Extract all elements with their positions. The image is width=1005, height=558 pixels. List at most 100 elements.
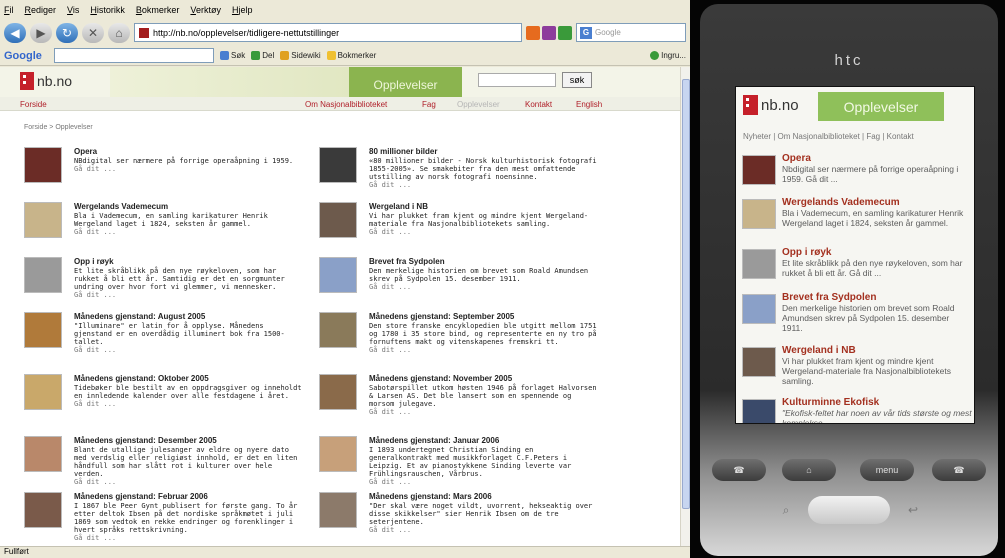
- phone-item-thumbnail[interactable]: [742, 399, 776, 423]
- exhibition-title[interactable]: Månedens gjenstand: Desember 2005: [74, 436, 217, 445]
- exhibition-thumbnail[interactable]: [319, 312, 357, 348]
- phone-list-item[interactable]: Wergeland i NB Vi har plukket fram kjent …: [742, 345, 972, 389]
- phone-item-thumbnail[interactable]: [742, 347, 776, 377]
- exhibition-thumbnail[interactable]: [24, 147, 62, 183]
- phone-item-title[interactable]: Opp i røyk: [782, 247, 831, 258]
- phone-item-thumbnail[interactable]: [742, 249, 776, 279]
- exhibition-title[interactable]: Månedens gjenstand: September 2005: [369, 312, 514, 321]
- go-link[interactable]: Gå dit ...: [74, 228, 304, 236]
- phone-item-title[interactable]: Kulturminne Ekofisk: [782, 397, 879, 408]
- bookmark-icon[interactable]: [542, 25, 556, 40]
- exhibition-thumbnail[interactable]: [319, 492, 357, 528]
- go-link[interactable]: Gå dit ...: [369, 228, 599, 236]
- back-key[interactable]: ↩: [905, 502, 921, 518]
- google-search-button[interactable]: Søk: [220, 51, 245, 60]
- exhibition-title[interactable]: Månedens gjenstand: Februar 2006: [74, 492, 208, 501]
- exhibition-title[interactable]: Månedens gjenstand: Oktober 2005: [74, 374, 209, 383]
- phone-item-thumbnail[interactable]: [742, 155, 776, 185]
- phone-list-item[interactable]: Opera Nbdigital ser nærmere på forrige op…: [742, 153, 972, 197]
- exhibition-thumbnail[interactable]: [24, 312, 62, 348]
- exhibition-title[interactable]: Opera: [74, 147, 97, 156]
- home-key[interactable]: ⌂: [782, 459, 836, 481]
- reload-button[interactable]: ↻: [56, 22, 78, 43]
- nav-kontakt[interactable]: Kontakt: [525, 100, 552, 109]
- exhibition-title[interactable]: Opp i røyk: [74, 257, 114, 266]
- exhibition-title[interactable]: Månedens gjenstand: November 2005: [369, 374, 512, 383]
- exhibition-title[interactable]: Wergeland i NB: [369, 202, 428, 211]
- go-link[interactable]: Gå dit ...: [369, 283, 599, 291]
- go-link[interactable]: Gå dit ...: [369, 408, 599, 416]
- phone-list-item[interactable]: Opp i røyk Et lite skråblikk på den nye r…: [742, 247, 972, 291]
- phone-item-thumbnail[interactable]: [742, 294, 776, 324]
- phone-item-title[interactable]: Opera: [782, 153, 811, 164]
- exhibition-title[interactable]: Månedens gjenstand: Januar 2006: [369, 436, 499, 445]
- menu-bookmarks[interactable]: Bokmerker: [136, 5, 180, 15]
- go-link[interactable]: Gå dit ...: [74, 346, 304, 354]
- stop-button[interactable]: ✕: [82, 22, 104, 43]
- menu-edit[interactable]: Rediger: [25, 5, 57, 15]
- phone-item-title[interactable]: Brevet fra Sydpolen: [782, 292, 876, 303]
- site-search-button[interactable]: søk: [562, 72, 592, 88]
- exhibition-title[interactable]: Wergelands Vademecum: [74, 202, 168, 211]
- nav-about[interactable]: Om Nasjonalbiblioteket: [305, 100, 387, 109]
- page-scrollbar[interactable]: [680, 67, 690, 546]
- phone-item-title[interactable]: Wergelands Vademecum: [782, 197, 900, 208]
- phone-item-title[interactable]: Wergeland i NB: [782, 345, 856, 356]
- exhibition-title[interactable]: Brevet fra Sydpolen: [369, 257, 445, 266]
- nav-fag[interactable]: Fag: [422, 100, 436, 109]
- exhibition-thumbnail[interactable]: [24, 202, 62, 238]
- go-link[interactable]: Gå dit ...: [74, 165, 304, 173]
- go-link[interactable]: Gå dit ...: [369, 478, 599, 486]
- menu-key[interactable]: menu: [860, 459, 914, 481]
- menu-view[interactable]: Vis: [67, 5, 79, 15]
- go-link[interactable]: Gå dit ...: [369, 346, 599, 354]
- trackpad[interactable]: [808, 496, 890, 524]
- exhibition-thumbnail[interactable]: [319, 436, 357, 472]
- exhibition-thumbnail[interactable]: [24, 257, 62, 293]
- go-link[interactable]: Gå dit ...: [369, 181, 599, 189]
- nav-english[interactable]: English: [576, 100, 602, 109]
- phone-nav[interactable]: Nyheter | Om Nasjonalbiblioteket | Fag |…: [743, 132, 914, 141]
- exhibition-thumbnail[interactable]: [24, 492, 62, 528]
- exhibition-thumbnail[interactable]: [319, 257, 357, 293]
- exhibition-title[interactable]: Månedens gjenstand: August 2005: [74, 312, 205, 321]
- go-link[interactable]: Gå dit ...: [74, 478, 304, 486]
- scroll-thumb[interactable]: [682, 79, 690, 509]
- phone-list-item[interactable]: Kulturminne Ekofisk "Ekofisk-feltet har n…: [742, 397, 972, 423]
- exhibition-thumbnail[interactable]: [24, 436, 62, 472]
- call-key[interactable]: ☎: [712, 459, 766, 481]
- end-call-key[interactable]: ☎: [932, 459, 986, 481]
- nav-opplevelser[interactable]: Opplevelser: [457, 100, 500, 109]
- go-link[interactable]: Gå dit ...: [369, 526, 599, 534]
- nav-forside[interactable]: Forside: [20, 100, 47, 109]
- search-key[interactable]: ⌕: [778, 502, 794, 518]
- rss-icon[interactable]: [526, 25, 540, 40]
- go-link[interactable]: Gå dit ...: [74, 534, 304, 542]
- menu-file[interactable]: Fil: [4, 5, 14, 15]
- address-bar[interactable]: http://nb.no/opplevelser/tidligere-nettu…: [134, 23, 522, 42]
- home-button[interactable]: ⌂: [108, 22, 130, 43]
- menu-help[interactable]: Hjelp: [232, 5, 253, 15]
- exhibition-title[interactable]: Månedens gjenstand: Mars 2006: [369, 492, 492, 501]
- go-link[interactable]: Gå dit ...: [74, 400, 304, 408]
- menu-tools[interactable]: Verktøy: [190, 5, 221, 15]
- google-toolbar-search[interactable]: [54, 48, 214, 63]
- go-link[interactable]: Gå dit ...: [74, 291, 304, 299]
- menu-history[interactable]: Historikk: [90, 5, 125, 15]
- google-sidewiki-button[interactable]: Sidewiki: [280, 51, 321, 60]
- exhibition-thumbnail[interactable]: [319, 374, 357, 410]
- site-search-input[interactable]: [478, 73, 556, 87]
- phone-list-item[interactable]: Wergelands Vademecum Bla i Vademecum, en …: [742, 197, 972, 241]
- phone-nb-logo[interactable]: nb.no: [743, 95, 799, 115]
- nb-logo[interactable]: nb.no: [20, 72, 72, 90]
- go-icon[interactable]: [558, 25, 572, 40]
- exhibition-thumbnail[interactable]: [24, 374, 62, 410]
- back-button[interactable]: ◀: [4, 22, 26, 43]
- exhibition-title[interactable]: 80 millioner bilder: [369, 147, 437, 156]
- phone-list-item[interactable]: Brevet fra Sydpolen Den merkelige histori…: [742, 292, 972, 336]
- forward-button[interactable]: ▶: [30, 22, 52, 43]
- browser-search-box[interactable]: G Google: [576, 23, 686, 42]
- google-share-button[interactable]: Del: [251, 51, 274, 60]
- exhibition-thumbnail[interactable]: [319, 147, 357, 183]
- google-account-button[interactable]: Ingru...: [650, 51, 686, 60]
